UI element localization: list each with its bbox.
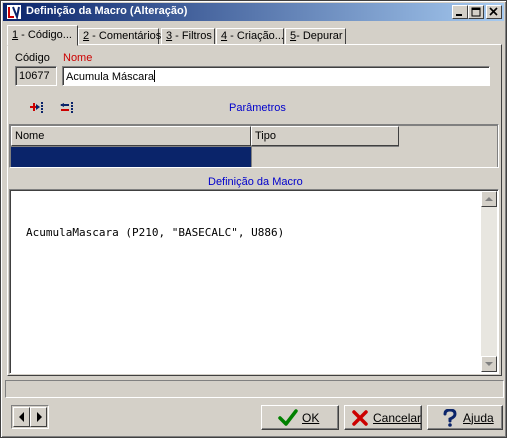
- tab-filtros[interactable]: 3 - Filtros: [161, 28, 215, 45]
- tab-filtros-label: - Filtros: [172, 30, 212, 42]
- maximize-icon: [471, 7, 481, 17]
- window-title: Definição da Macro (Alteração): [26, 5, 188, 17]
- question-icon: [443, 409, 457, 427]
- app-icon: [7, 5, 21, 20]
- macro-code: AcumulaMascara (P210, "BASECALC", U886): [26, 226, 285, 239]
- close-icon: [489, 7, 498, 16]
- close-button[interactable]: [486, 5, 502, 19]
- maximize-button[interactable]: [468, 5, 484, 19]
- scroll-down-button[interactable]: [481, 356, 497, 372]
- tab-codigo[interactable]: 1 - Código...: [7, 25, 78, 46]
- editor-vertical-scrollbar[interactable]: [481, 191, 497, 372]
- arrow-down-icon: [485, 362, 493, 366]
- text-caret: [154, 70, 156, 82]
- grid-empty-area: [399, 126, 497, 167]
- tab-criacao-label: - Criação...: [227, 30, 284, 42]
- grid-header-tipo-label: Tipo: [255, 130, 276, 142]
- title-bar[interactable]: Definição da Macro (Alteração): [3, 3, 504, 21]
- macro-code-editor[interactable]: AcumulaMascara (P210, "BASECALC", U886): [9, 189, 499, 374]
- tab-criacao[interactable]: 4 - Criação...: [216, 28, 284, 45]
- help-label: Ajuda: [463, 411, 494, 425]
- previous-button[interactable]: [13, 407, 30, 427]
- checkmark-icon: [278, 409, 298, 426]
- tab-codigo-label: - Código...: [18, 29, 72, 41]
- parameters-grid: Nome Tipo: [9, 124, 499, 168]
- grid-cell-tipo[interactable]: [251, 147, 399, 167]
- parametros-label: Parâmetros: [229, 102, 286, 114]
- arrow-right-icon: [37, 412, 42, 422]
- macro-definition-window: Definição da Macro (Alteração) 1 - Códig…: [0, 0, 507, 438]
- remove-parameter-icon[interactable]: [59, 100, 77, 116]
- record-navigator: [11, 405, 49, 429]
- grid-header-nome-label: Nome: [15, 130, 45, 142]
- cancel-button[interactable]: Cancelar: [344, 405, 422, 430]
- ok-label: OK: [302, 411, 320, 425]
- grid-cell-nome-selected[interactable]: [11, 147, 251, 167]
- tab-depurar-label: - Depurar: [296, 30, 343, 42]
- grid-header-nome[interactable]: Nome: [11, 126, 251, 146]
- codigo-value: 10677: [19, 70, 50, 82]
- x-icon: [352, 410, 368, 426]
- codigo-label: Código: [15, 52, 50, 64]
- tab-depurar[interactable]: 5- Depurar: [285, 28, 346, 45]
- grid-header-tipo[interactable]: Tipo: [251, 126, 399, 146]
- tab-comentarios-label: - Comentários: [89, 30, 162, 42]
- minimize-button[interactable]: [452, 5, 468, 19]
- add-parameter-icon[interactable]: [29, 100, 47, 116]
- scroll-up-button[interactable]: [481, 191, 497, 207]
- next-button[interactable]: [30, 407, 47, 427]
- nome-label: Nome: [63, 52, 93, 64]
- help-button[interactable]: Ajuda: [427, 405, 503, 430]
- codigo-field: 10677: [15, 66, 57, 86]
- status-bar: [5, 380, 504, 398]
- cancel-label: Cancelar: [373, 411, 422, 425]
- nome-field[interactable]: Acumula Máscara: [62, 66, 490, 86]
- nome-value: Acumula Máscara: [66, 71, 155, 83]
- arrow-left-icon: [19, 412, 24, 422]
- arrow-up-icon: [485, 197, 493, 201]
- tab-comentarios[interactable]: 2 - Comentários: [78, 28, 162, 45]
- definicao-label: Definição da Macro: [208, 176, 303, 188]
- ok-button[interactable]: OK: [261, 405, 339, 430]
- minimize-icon: [456, 14, 462, 16]
